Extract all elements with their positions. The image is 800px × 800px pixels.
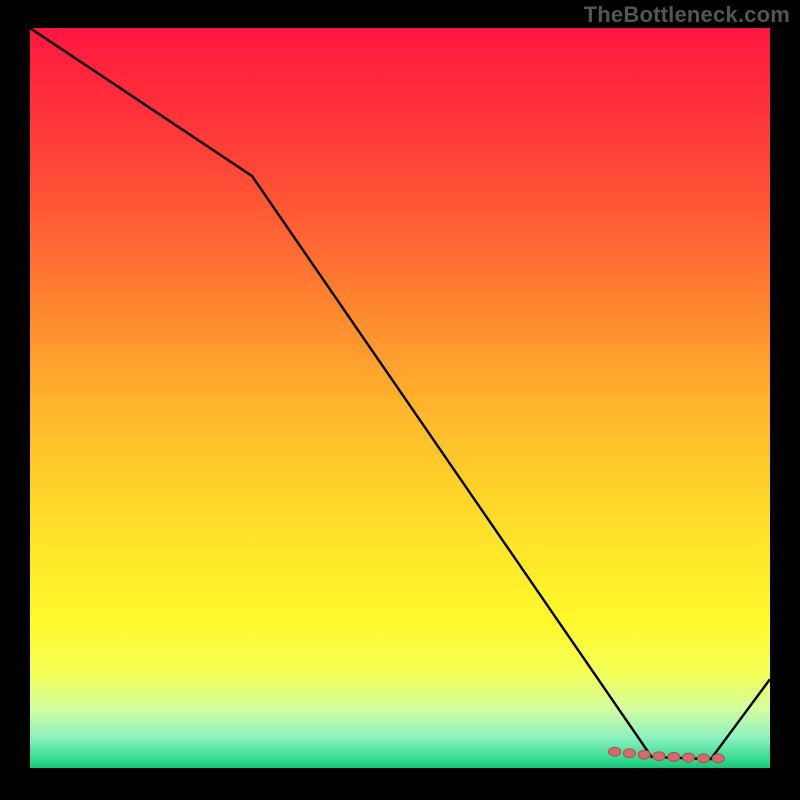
optimum-marker [623, 749, 635, 758]
optimum-marker [653, 752, 665, 761]
optimum-markers [609, 747, 725, 763]
bottleneck-curve [30, 28, 770, 759]
optimum-marker [668, 752, 680, 761]
chart-overlay [30, 28, 770, 768]
optimum-marker [638, 750, 650, 759]
optimum-marker [683, 753, 695, 762]
optimum-marker [609, 747, 621, 756]
optimum-marker [697, 754, 709, 763]
chart-frame: TheBottleneck.com [0, 0, 800, 800]
watermark-text: TheBottleneck.com [584, 2, 790, 28]
optimum-marker [712, 754, 724, 763]
